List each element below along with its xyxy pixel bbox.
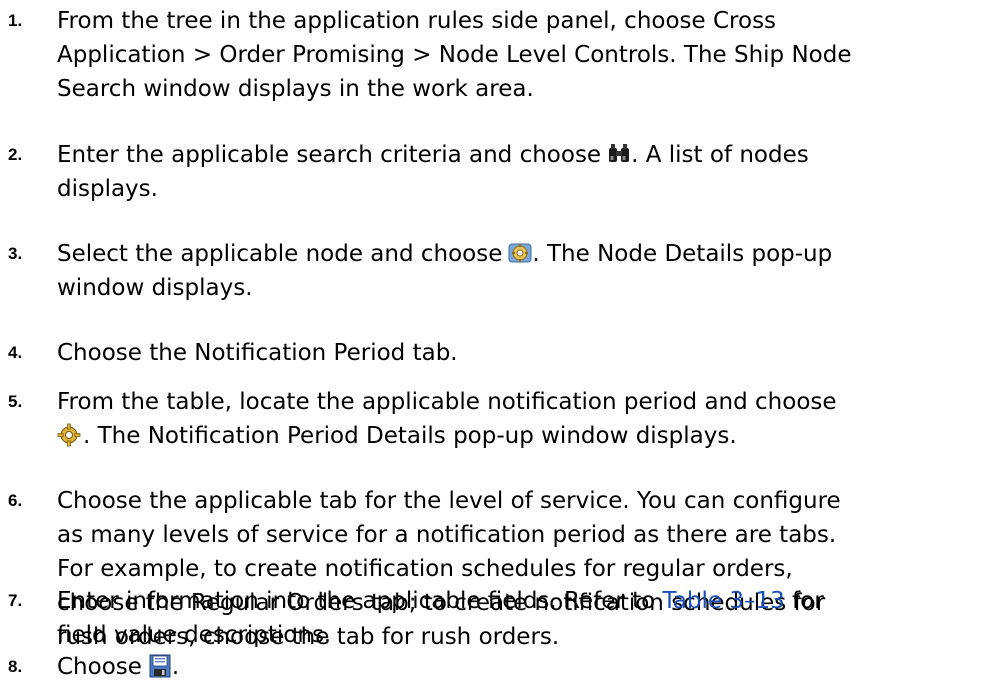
- step-number: 2.: [8, 145, 23, 164]
- node-details-icon: [508, 241, 532, 265]
- step-line: Choose the Notification Period tab.: [57, 340, 458, 366]
- step-text: From the tree in the application rules s…: [57, 4, 987, 106]
- table-reference-link[interactable]: Table 3–13: [663, 588, 785, 614]
- details-gear-icon: [57, 423, 81, 447]
- step-text-segment: . The Notification Period Details pop-up…: [83, 423, 737, 449]
- step-text: Enter the applicable search criteria and…: [57, 138, 987, 206]
- step-text: From the table, locate the applicable no…: [57, 385, 987, 453]
- step-line: Select the applicable node and choose . …: [57, 237, 987, 271]
- step-text-segment: Enter information into the applicable fi…: [57, 588, 663, 614]
- step-number: 3.: [8, 244, 23, 263]
- step-text-segment: .: [171, 654, 180, 680]
- step-line: Enter information into the applicable fi…: [57, 584, 987, 618]
- binoculars-icon: [607, 142, 631, 166]
- step-text: Enter information into the applicable fi…: [57, 584, 987, 652]
- step-line: From the table, locate the applicable no…: [57, 389, 837, 415]
- step-text-segment: for: [784, 588, 824, 614]
- step-line: . The Notification Period Details pop-up…: [57, 419, 987, 453]
- step-text-segment: . A list of nodes: [631, 142, 809, 168]
- step-line: Enter the applicable search criteria and…: [57, 138, 987, 172]
- step-text-segment: Enter the applicable search criteria and…: [57, 142, 602, 168]
- step-line: From the tree in the application rules s…: [57, 8, 777, 34]
- step-number: 6.: [8, 491, 23, 510]
- step-line: as many levels of service for a notifica…: [57, 522, 837, 548]
- step-text: Select the applicable node and choose . …: [57, 237, 987, 305]
- step-line: field value descriptions.: [57, 622, 332, 648]
- step-line: window displays.: [57, 275, 253, 301]
- step-line: Choose the applicable tab for the level …: [57, 488, 841, 514]
- step-text: Choose .: [57, 650, 987, 684]
- step-number: 1.: [8, 11, 23, 30]
- step-line: Application > Order Promising > Node Lev…: [57, 42, 852, 68]
- step-number: 4.: [8, 343, 23, 362]
- step-text: Choose the Notification Period tab.: [57, 336, 987, 370]
- step-line: For example, to create notification sche…: [57, 556, 793, 582]
- step-line: Choose .: [57, 650, 987, 684]
- step-number: 8.: [8, 657, 23, 676]
- step-text-segment: Select the applicable node and choose: [57, 241, 503, 267]
- step-text-segment: Choose: [57, 654, 142, 680]
- step-number: 7.: [8, 591, 23, 610]
- save-icon: [148, 654, 172, 678]
- step-number: 5.: [8, 392, 23, 411]
- step-line: Search window displays in the work area.: [57, 76, 534, 102]
- step-text-segment: . The Node Details pop-up: [532, 241, 833, 267]
- step-line: displays.: [57, 176, 158, 202]
